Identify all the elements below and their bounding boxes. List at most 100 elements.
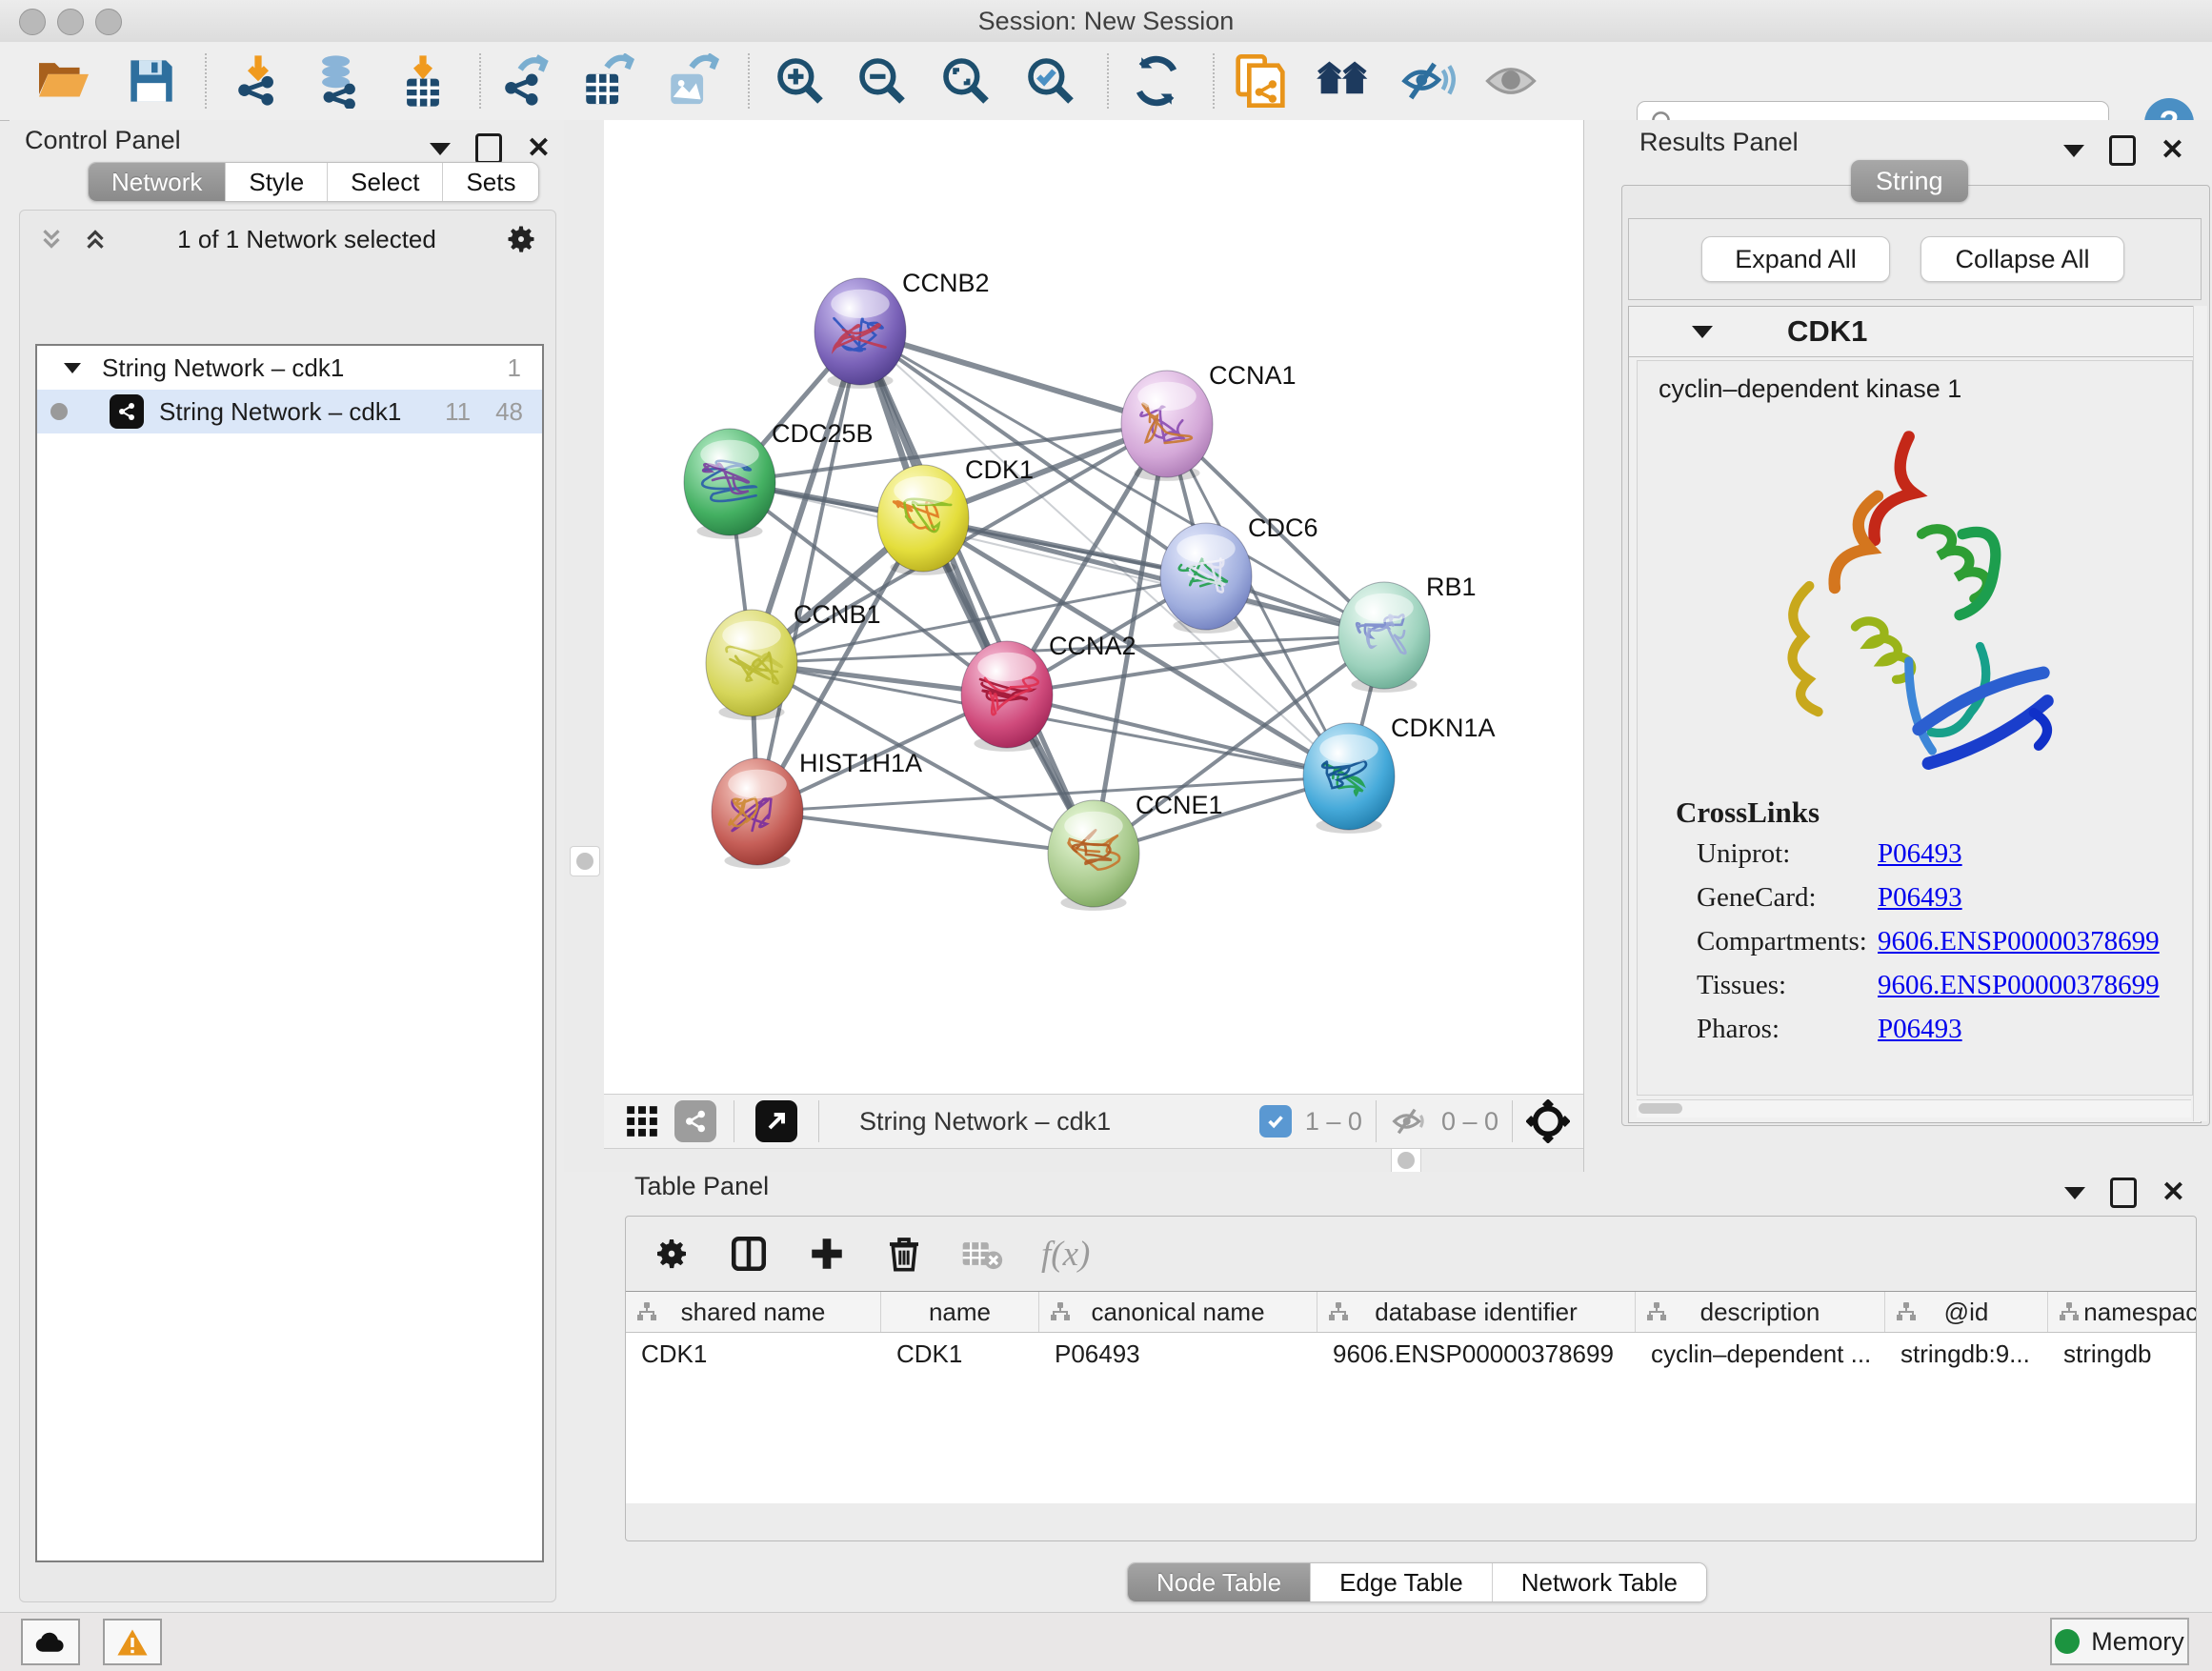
export-table-button[interactable]	[575, 51, 638, 111]
tab-select[interactable]: Select	[328, 163, 443, 201]
hide-selected-button[interactable]	[1397, 51, 1459, 111]
column-header-namespace[interactable]: namespace	[2048, 1292, 2197, 1332]
cdk1-entry-header[interactable]: CDK1	[1629, 307, 2201, 357]
export-network-button[interactable]	[493, 51, 556, 111]
detach-view-button[interactable]	[755, 1100, 797, 1142]
left-splitter-handle[interactable]	[570, 846, 600, 876]
function-builder-fx[interactable]: f(x)	[1041, 1234, 1090, 1275]
table-cell[interactable]: stringdb	[2048, 1333, 2197, 1375]
string-network-graph[interactable]: CCNB2CCNA1CDC25BCDK1CDC6RB1CCNB1CCNA2CDK…	[604, 120, 1583, 1094]
crosslink-value[interactable]: P06493	[1878, 838, 1962, 870]
toolbar-divider	[748, 53, 750, 109]
control-panel: Control Panel ✕ Network Style Select Set…	[10, 120, 565, 1606]
panel-menu-icon[interactable]	[430, 143, 451, 155]
network-view-mode-button[interactable]	[674, 1100, 716, 1142]
table-settings-gear-icon[interactable]	[653, 1235, 691, 1273]
panel-menu-icon[interactable]	[2063, 145, 2084, 157]
show-all-button[interactable]	[1479, 51, 1542, 111]
panel-float-icon[interactable]	[2110, 1178, 2137, 1208]
window-title: Session: New Session	[0, 7, 2212, 36]
zoom-out-button[interactable]	[851, 51, 914, 111]
tab-style[interactable]: Style	[226, 163, 328, 201]
save-floppy-icon	[127, 56, 176, 106]
add-column-plus-icon[interactable]	[807, 1234, 847, 1274]
table-cell[interactable]: P06493	[1039, 1333, 1317, 1375]
memory-button[interactable]: Memory	[2050, 1618, 2189, 1665]
panel-float-icon[interactable]	[475, 133, 502, 164]
table-cell[interactable]: stringdb:9...	[1885, 1333, 2048, 1375]
tab-network-table[interactable]: Network Table	[1493, 1563, 1706, 1601]
crosslink-value[interactable]: P06493	[1878, 882, 1962, 914]
panel-menu-icon[interactable]	[2064, 1187, 2085, 1199]
birdseye-navigator-icon[interactable]	[1526, 1099, 1570, 1143]
column-header-canonical-name[interactable]: canonical name	[1039, 1292, 1317, 1332]
import-table-icon	[395, 53, 451, 109]
network-list-card: 1 of 1 Network selected String Network –…	[19, 210, 556, 1602]
import-network-file-button[interactable]	[227, 51, 290, 111]
bottom-splitter[interactable]	[604, 1147, 1583, 1172]
panel-close-icon[interactable]: ✕	[2161, 136, 2184, 165]
results-vertical-scrollbar[interactable]	[2193, 306, 2207, 1121]
tab-edge-table[interactable]: Edge Table	[1311, 1563, 1493, 1601]
expand-all-button[interactable]: Expand All	[1701, 236, 1890, 282]
column-header-name[interactable]: name	[881, 1292, 1039, 1332]
warning-status-button[interactable]	[103, 1619, 162, 1665]
entry-horizontal-scrollbar[interactable]	[1637, 1099, 2191, 1117]
crosslink-value[interactable]: 9606.ENSP00000378699	[1878, 926, 2160, 957]
panel-close-icon[interactable]: ✕	[527, 134, 551, 163]
table-cell[interactable]: cyclin–dependent ...	[1636, 1333, 1885, 1375]
refresh-button[interactable]	[1125, 51, 1188, 111]
entry-expand-caret[interactable]	[1692, 326, 1713, 338]
table-panel: Table Panel ✕ f(x) shared namenamecanoni…	[564, 1172, 2212, 1606]
eye-icon	[1483, 57, 1538, 105]
delete-column-trash-icon[interactable]	[885, 1234, 923, 1274]
collapse-all-button[interactable]: Collapse All	[1920, 236, 2124, 282]
panel-close-icon[interactable]: ✕	[2162, 1178, 2185, 1207]
crosslink-value[interactable]: 9606.ENSP00000378699	[1878, 970, 2160, 1001]
delete-table-icon[interactable]	[961, 1237, 1003, 1271]
network-row-selected[interactable]: String Network – cdk1 11 48	[37, 390, 542, 433]
selected-checkbox-icon[interactable]	[1259, 1105, 1292, 1137]
cloud-status-button[interactable]	[21, 1619, 80, 1665]
column-tree-icon	[2058, 1300, 2081, 1323]
expand-all-chevrons-icon[interactable]	[37, 225, 66, 253]
toggle-columns-icon[interactable]	[729, 1234, 769, 1274]
crosslink-value[interactable]: P06493	[1878, 1014, 1962, 1045]
grid-view-button[interactable]	[621, 1100, 663, 1142]
save-session-button[interactable]	[120, 51, 183, 111]
results-tab-string[interactable]: String	[1851, 160, 1968, 202]
table-cell[interactable]: 9606.ENSP00000378699	[1317, 1333, 1636, 1375]
homes-icon	[1315, 57, 1374, 105]
eye-slash-icon	[1400, 57, 1456, 105]
results-panel: Results Panel ✕ Expand All Collapse All …	[1583, 120, 2212, 1172]
apply-layout-button[interactable]	[1313, 51, 1376, 111]
column-header-database-identifier[interactable]: database identifier	[1317, 1292, 1636, 1332]
column-header-shared-name[interactable]: shared name	[626, 1292, 881, 1332]
current-network-name: String Network – cdk1	[859, 1107, 1111, 1137]
tab-node-table[interactable]: Node Table	[1128, 1563, 1311, 1601]
zoom-selected-button[interactable]	[1019, 51, 1082, 111]
zoom-fit-button[interactable]	[935, 51, 997, 111]
table-row[interactable]: CDK1CDK1P064939606.ENSP00000378699cyclin…	[626, 1333, 2196, 1375]
panel-float-icon[interactable]	[2109, 135, 2136, 166]
import-network-database-button[interactable]	[307, 51, 370, 111]
crosslink-row: GeneCard: P06493	[1638, 876, 2192, 919]
table-cell[interactable]: CDK1	[881, 1333, 1039, 1375]
collapse-all-chevrons-icon[interactable]	[81, 225, 110, 253]
table-cell[interactable]: CDK1	[626, 1333, 881, 1375]
left-splitter[interactable]	[564, 120, 604, 1172]
import-table-file-button[interactable]	[392, 51, 454, 111]
network-canvas[interactable]: CCNB2CCNA1CDC25BCDK1CDC6RB1CCNB1CCNA2CDK…	[604, 120, 1583, 1094]
zoom-in-button[interactable]	[769, 51, 832, 111]
network-options-gear-icon[interactable]	[504, 222, 538, 256]
copy-network-button[interactable]	[1229, 51, 1292, 111]
export-image-button[interactable]	[660, 51, 723, 111]
table-panel-header-icons: ✕	[2064, 1178, 2185, 1208]
tab-network[interactable]: Network	[89, 163, 226, 201]
collection-expand-caret[interactable]	[64, 363, 81, 373]
tab-sets[interactable]: Sets	[443, 163, 538, 201]
open-session-button[interactable]	[32, 51, 95, 111]
network-collection-row[interactable]: String Network – cdk1 1	[37, 346, 542, 390]
column-header-description[interactable]: description	[1636, 1292, 1885, 1332]
column-header--id[interactable]: @id	[1885, 1292, 2048, 1332]
